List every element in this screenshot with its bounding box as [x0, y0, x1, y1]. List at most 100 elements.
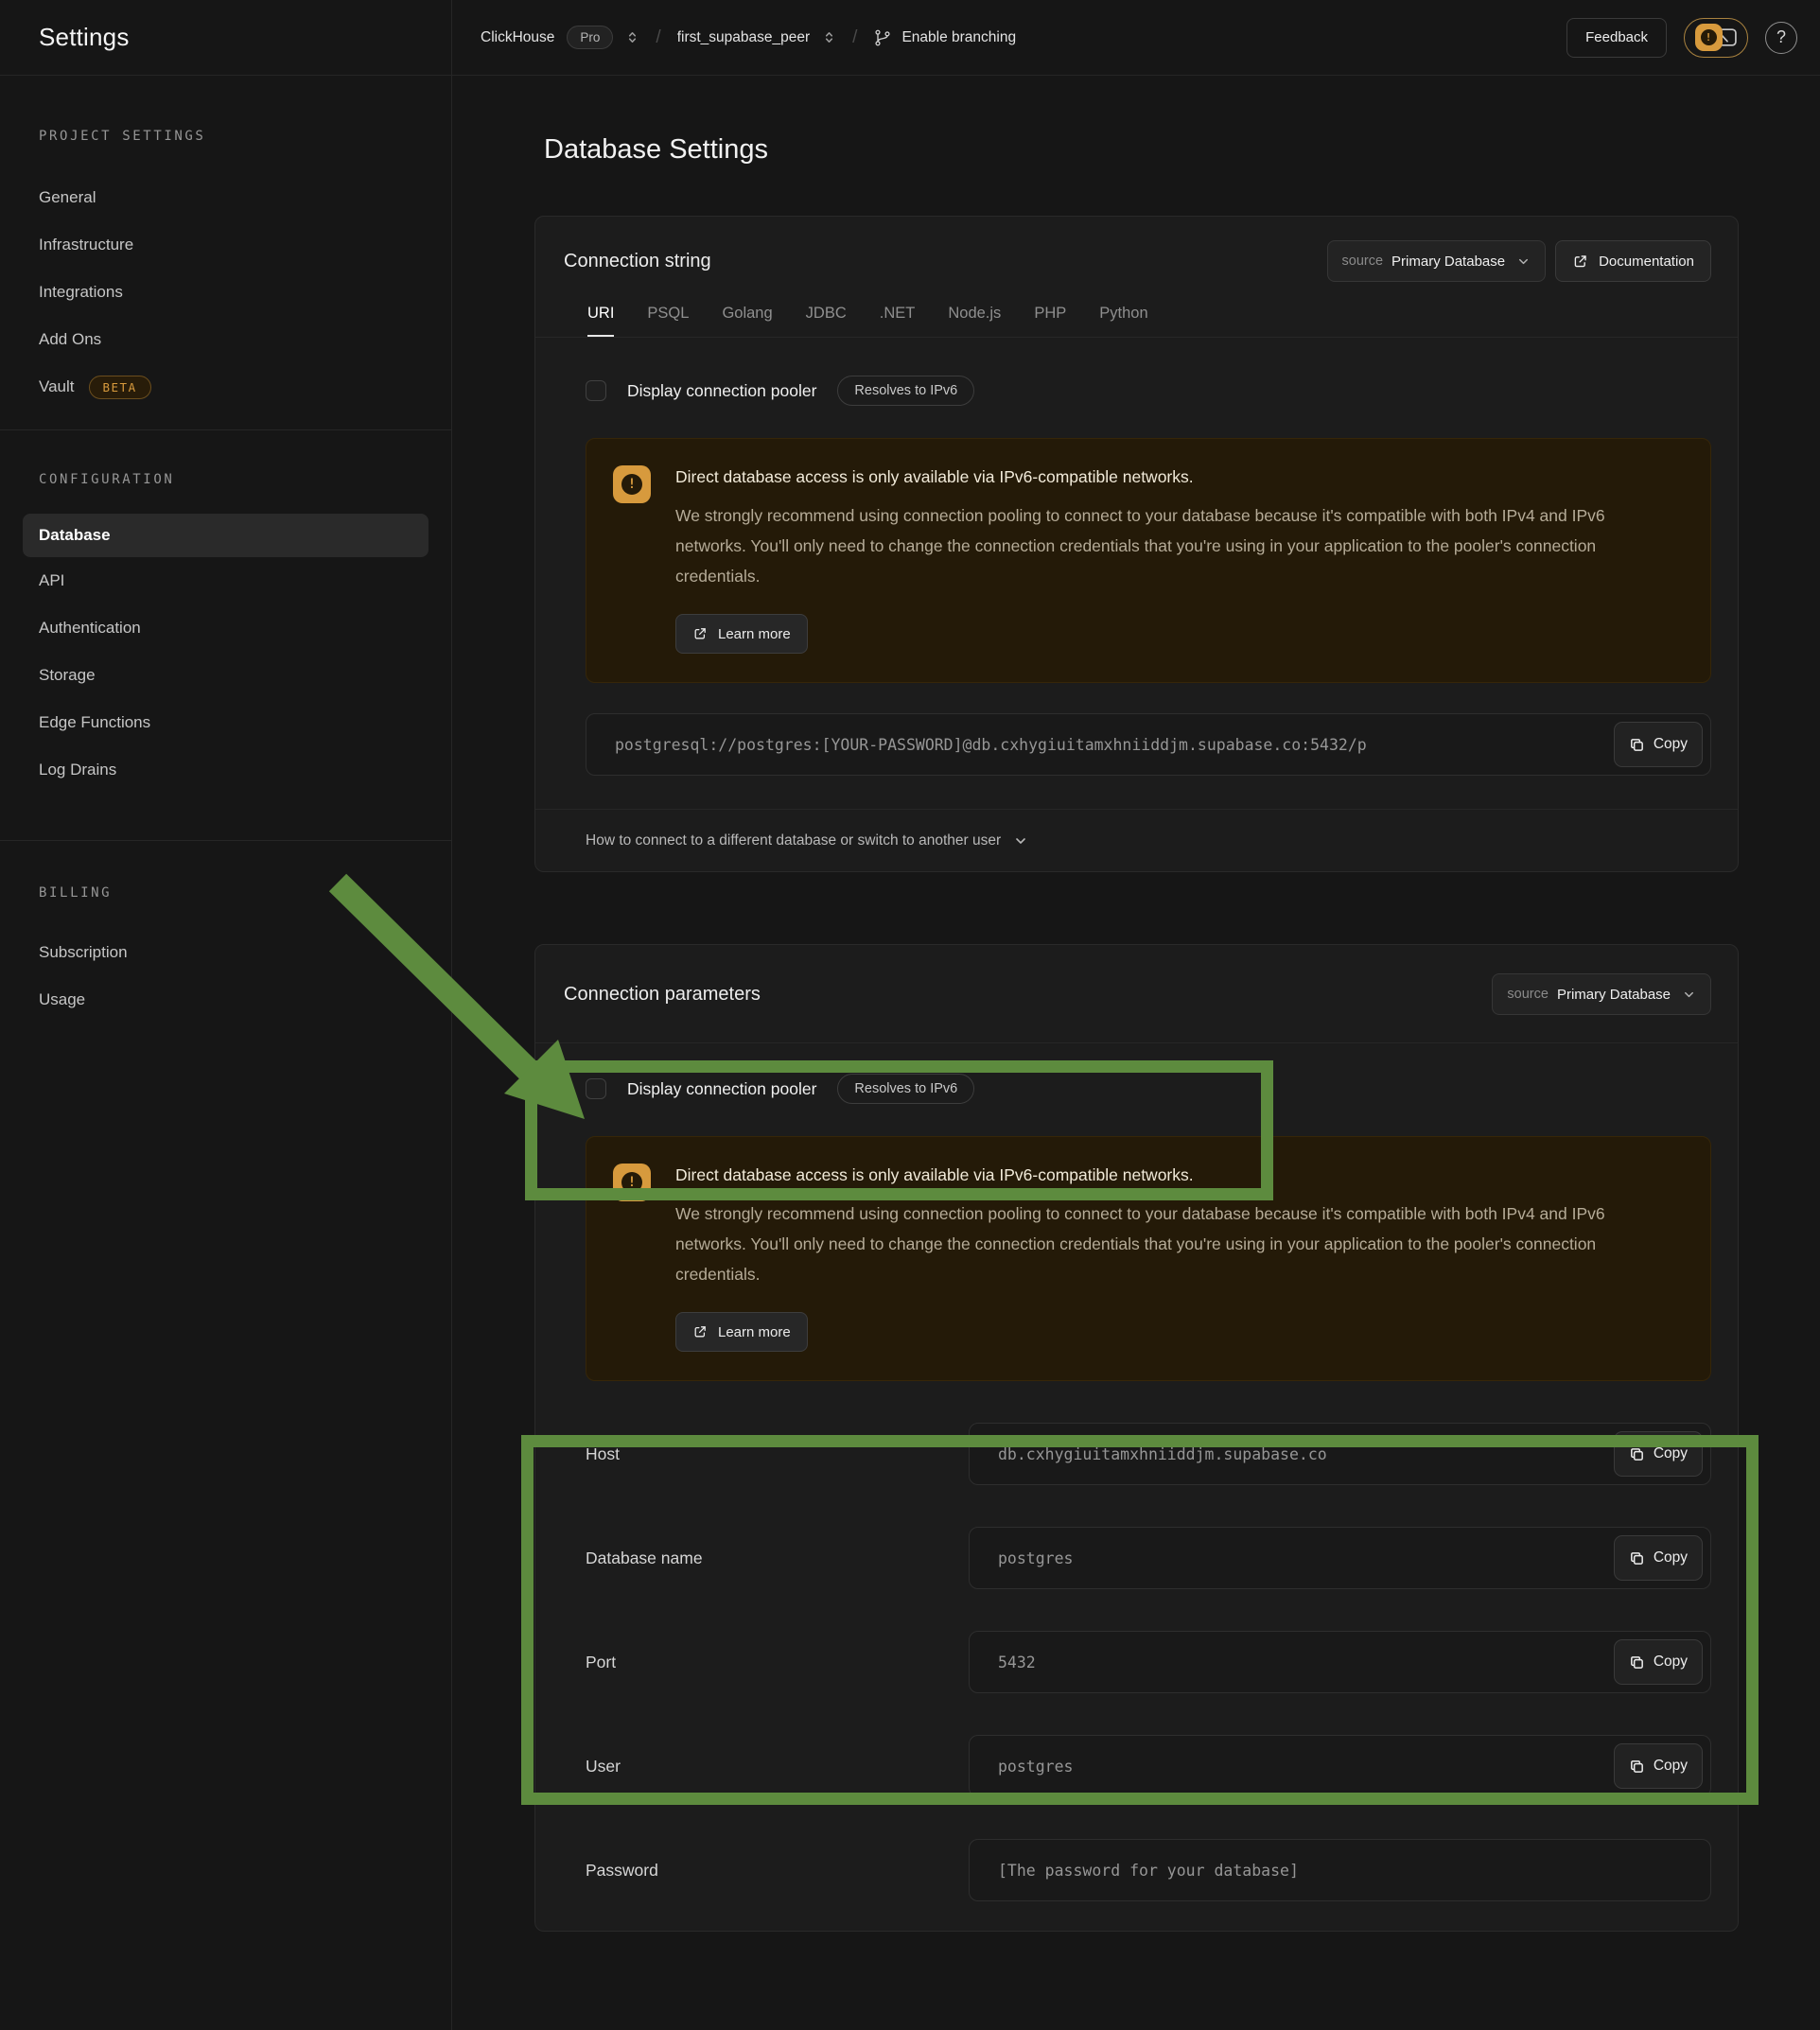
tab-jdbc[interactable]: JDBC [806, 305, 847, 337]
alert-badge-icon: ! [1695, 24, 1723, 51]
copy-database-name-button[interactable]: Copy [1614, 1535, 1703, 1581]
connection-string-card: Connection string source Primary Databas… [534, 216, 1739, 872]
warning-body: We strongly recommend using connection p… [675, 500, 1640, 591]
password-label: Password [586, 1861, 969, 1881]
sidebar-item-database[interactable]: Database [23, 514, 429, 557]
external-link-icon [1572, 254, 1588, 270]
copy-icon [1629, 1446, 1645, 1462]
copy-port-button[interactable]: Copy [1614, 1639, 1703, 1685]
section-label-billing: BILLING [39, 885, 451, 902]
copy-icon [1629, 1654, 1645, 1671]
user-value: postgres [998, 1758, 1073, 1776]
database-name-value: postgres [998, 1549, 1073, 1567]
sidebar-item-api[interactable]: API [0, 557, 451, 604]
enable-branching-button[interactable]: Enable branching [873, 28, 1016, 47]
user-input[interactable]: postgres [969, 1735, 1711, 1797]
breadcrumb-separator: / [652, 27, 664, 48]
sidebar-item-label: Subscription [39, 943, 128, 962]
sidebar-item-label: Authentication [39, 619, 141, 638]
breadcrumb: ClickHouse Pro / first_supabase_peer / E… [481, 26, 1016, 49]
project-settings-items: General Infrastructure Integrations Add … [0, 174, 451, 411]
alert-icon: ! [613, 465, 651, 503]
chevron-down-icon[interactable] [1013, 833, 1028, 849]
learn-more-label: Learn more [718, 626, 791, 642]
copy-user-button[interactable]: Copy [1614, 1743, 1703, 1789]
display-connection-pooler-checkbox[interactable] [586, 1078, 606, 1099]
sidebar-item-label: API [39, 571, 64, 590]
sidebar-item-label: Usage [39, 990, 85, 1009]
source-label: source [1342, 254, 1384, 269]
user-row: User postgres Copy [586, 1735, 1711, 1797]
sidebar-item-label: Log Drains [39, 761, 116, 779]
sidebar-item-label: Vault [39, 377, 75, 396]
tab-psql[interactable]: PSQL [647, 305, 689, 337]
tab-golang[interactable]: Golang [722, 305, 772, 337]
sidebar-item-vault[interactable]: Vault BETA [0, 363, 451, 411]
chevron-up-down-icon[interactable] [625, 30, 639, 44]
section-label-configuration: CONFIGURATION [39, 472, 451, 489]
sidebar-item-storage[interactable]: Storage [0, 652, 451, 699]
copy-uri-button[interactable]: Copy [1614, 722, 1703, 767]
billing-items: Subscription Usage [0, 929, 451, 1024]
sidebar-item-integrations[interactable]: Integrations [0, 269, 451, 316]
sidebar-item-label: Storage [39, 666, 96, 685]
sidebar-item-infrastructure[interactable]: Infrastructure [0, 221, 451, 269]
host-row: Host db.cxhygiuitamxhniiddjm.supabase.co… [586, 1423, 1711, 1485]
tab-dotnet[interactable]: .NET [880, 305, 916, 337]
breadcrumb-separator: / [849, 27, 861, 48]
breadcrumb-project[interactable]: first_supabase_peer [677, 29, 810, 46]
topbar-main: ClickHouse Pro / first_supabase_peer / E… [452, 0, 1820, 75]
documentation-button[interactable]: Documentation [1555, 240, 1711, 282]
how-to-connect-expander[interactable]: How to connect to a different database o… [586, 832, 1001, 849]
chevron-up-down-icon[interactable] [822, 30, 836, 44]
source-select[interactable]: source Primary Database [1327, 240, 1547, 282]
copy-label: Copy [1654, 736, 1688, 753]
sidebar-item-general[interactable]: General [0, 174, 451, 221]
connection-uri-value: postgresql://postgres:[YOUR-PASSWORD]@db… [615, 736, 1367, 754]
learn-more-button[interactable]: Learn more [675, 1312, 808, 1352]
breadcrumb-org[interactable]: ClickHouse [481, 29, 554, 46]
database-settings-heading: Database Settings [544, 130, 1820, 169]
sidebar-divider [0, 840, 451, 841]
uri-field: postgresql://postgres:[YOUR-PASSWORD]@db… [586, 713, 1711, 776]
database-name-input[interactable]: postgres [969, 1527, 1711, 1589]
documentation-label: Documentation [1599, 254, 1694, 270]
port-input[interactable]: 5432 [969, 1631, 1711, 1693]
host-input[interactable]: db.cxhygiuitamxhniiddjm.supabase.co [969, 1423, 1711, 1485]
feedback-label: Feedback [1585, 29, 1648, 45]
display-connection-pooler-checkbox[interactable] [586, 380, 606, 401]
sidebar-item-log-drains[interactable]: Log Drains [0, 746, 451, 794]
feedback-button[interactable]: Feedback [1566, 18, 1667, 58]
tab-python[interactable]: Python [1099, 305, 1147, 337]
external-link-icon [692, 1324, 708, 1339]
sidebar-item-edge-functions[interactable]: Edge Functions [0, 699, 451, 746]
tab-php[interactable]: PHP [1034, 305, 1066, 337]
source-select[interactable]: source Primary Database [1492, 973, 1711, 1015]
tab-nodejs[interactable]: Node.js [948, 305, 1001, 337]
help-button[interactable]: ? [1765, 22, 1797, 54]
sidebar-item-add-ons[interactable]: Add Ons [0, 316, 451, 363]
tab-uri[interactable]: URI [587, 305, 614, 337]
external-link-icon [692, 626, 708, 641]
copy-label: Copy [1654, 1445, 1688, 1462]
password-input[interactable]: [The password for your database] [969, 1839, 1711, 1901]
sidebar-item-label: General [39, 188, 96, 207]
copy-host-button[interactable]: Copy [1614, 1431, 1703, 1477]
chevron-down-icon [1682, 988, 1696, 1002]
notifications-button[interactable]: ! [1684, 18, 1748, 58]
sidebar-item-usage[interactable]: Usage [0, 976, 451, 1024]
pooler-row: Display connection pooler Resolves to IP… [586, 1074, 1711, 1104]
connection-parameters-header: Connection parameters source Primary Dat… [535, 945, 1738, 1043]
sidebar-item-subscription[interactable]: Subscription [0, 929, 451, 976]
connection-string-controls: source Primary Database Documentation [1327, 240, 1711, 282]
org-plan-badge: Pro [567, 26, 613, 49]
connection-parameters-card: Connection parameters source Primary Dat… [534, 944, 1739, 1932]
learn-more-button[interactable]: Learn more [675, 614, 808, 654]
git-branch-icon [873, 28, 892, 47]
beta-badge: BETA [89, 376, 151, 399]
sidebar-item-label: Infrastructure [39, 236, 133, 254]
main-content: Database Settings Connection string sour… [452, 76, 1820, 2030]
connection-uri-input[interactable]: postgresql://postgres:[YOUR-PASSWORD]@db… [586, 713, 1711, 776]
resolves-to-ipv6-badge: Resolves to IPv6 [837, 1074, 974, 1104]
sidebar-item-authentication[interactable]: Authentication [0, 604, 451, 652]
